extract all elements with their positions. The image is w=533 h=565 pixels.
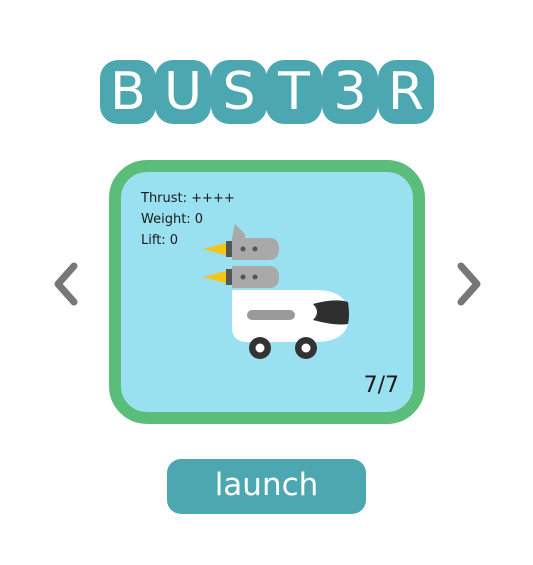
body-stripe xyxy=(247,310,295,320)
launch-button[interactable]: launch xyxy=(167,459,366,514)
vehicle-card: Thrust: ++++ Weight: 0 Lift: 0 7/7 xyxy=(109,160,425,424)
thrust-stat: Thrust: ++++ xyxy=(141,191,235,206)
booster-fin xyxy=(232,224,245,238)
flame-icon xyxy=(203,242,229,256)
prev-vehicle-button[interactable] xyxy=(52,262,82,306)
next-vehicle-button[interactable] xyxy=(453,262,483,306)
chevron-right-icon xyxy=(457,262,481,306)
title-letter-tile: B xyxy=(100,60,156,124)
flame-icon xyxy=(203,270,229,284)
title-letter-tile: 3 xyxy=(322,60,378,124)
nose-cone xyxy=(313,300,349,325)
vehicle-counter: 7/7 xyxy=(363,373,399,398)
chevron-left-icon xyxy=(54,262,78,306)
rocket-car-image xyxy=(203,224,349,359)
game-title: B U S T 3 R xyxy=(100,60,434,124)
title-letter-tile: S xyxy=(211,60,267,124)
title-letter-tile: U xyxy=(155,60,211,124)
title-letter-tile: T xyxy=(266,60,322,124)
title-letter-tile: R xyxy=(378,60,434,124)
